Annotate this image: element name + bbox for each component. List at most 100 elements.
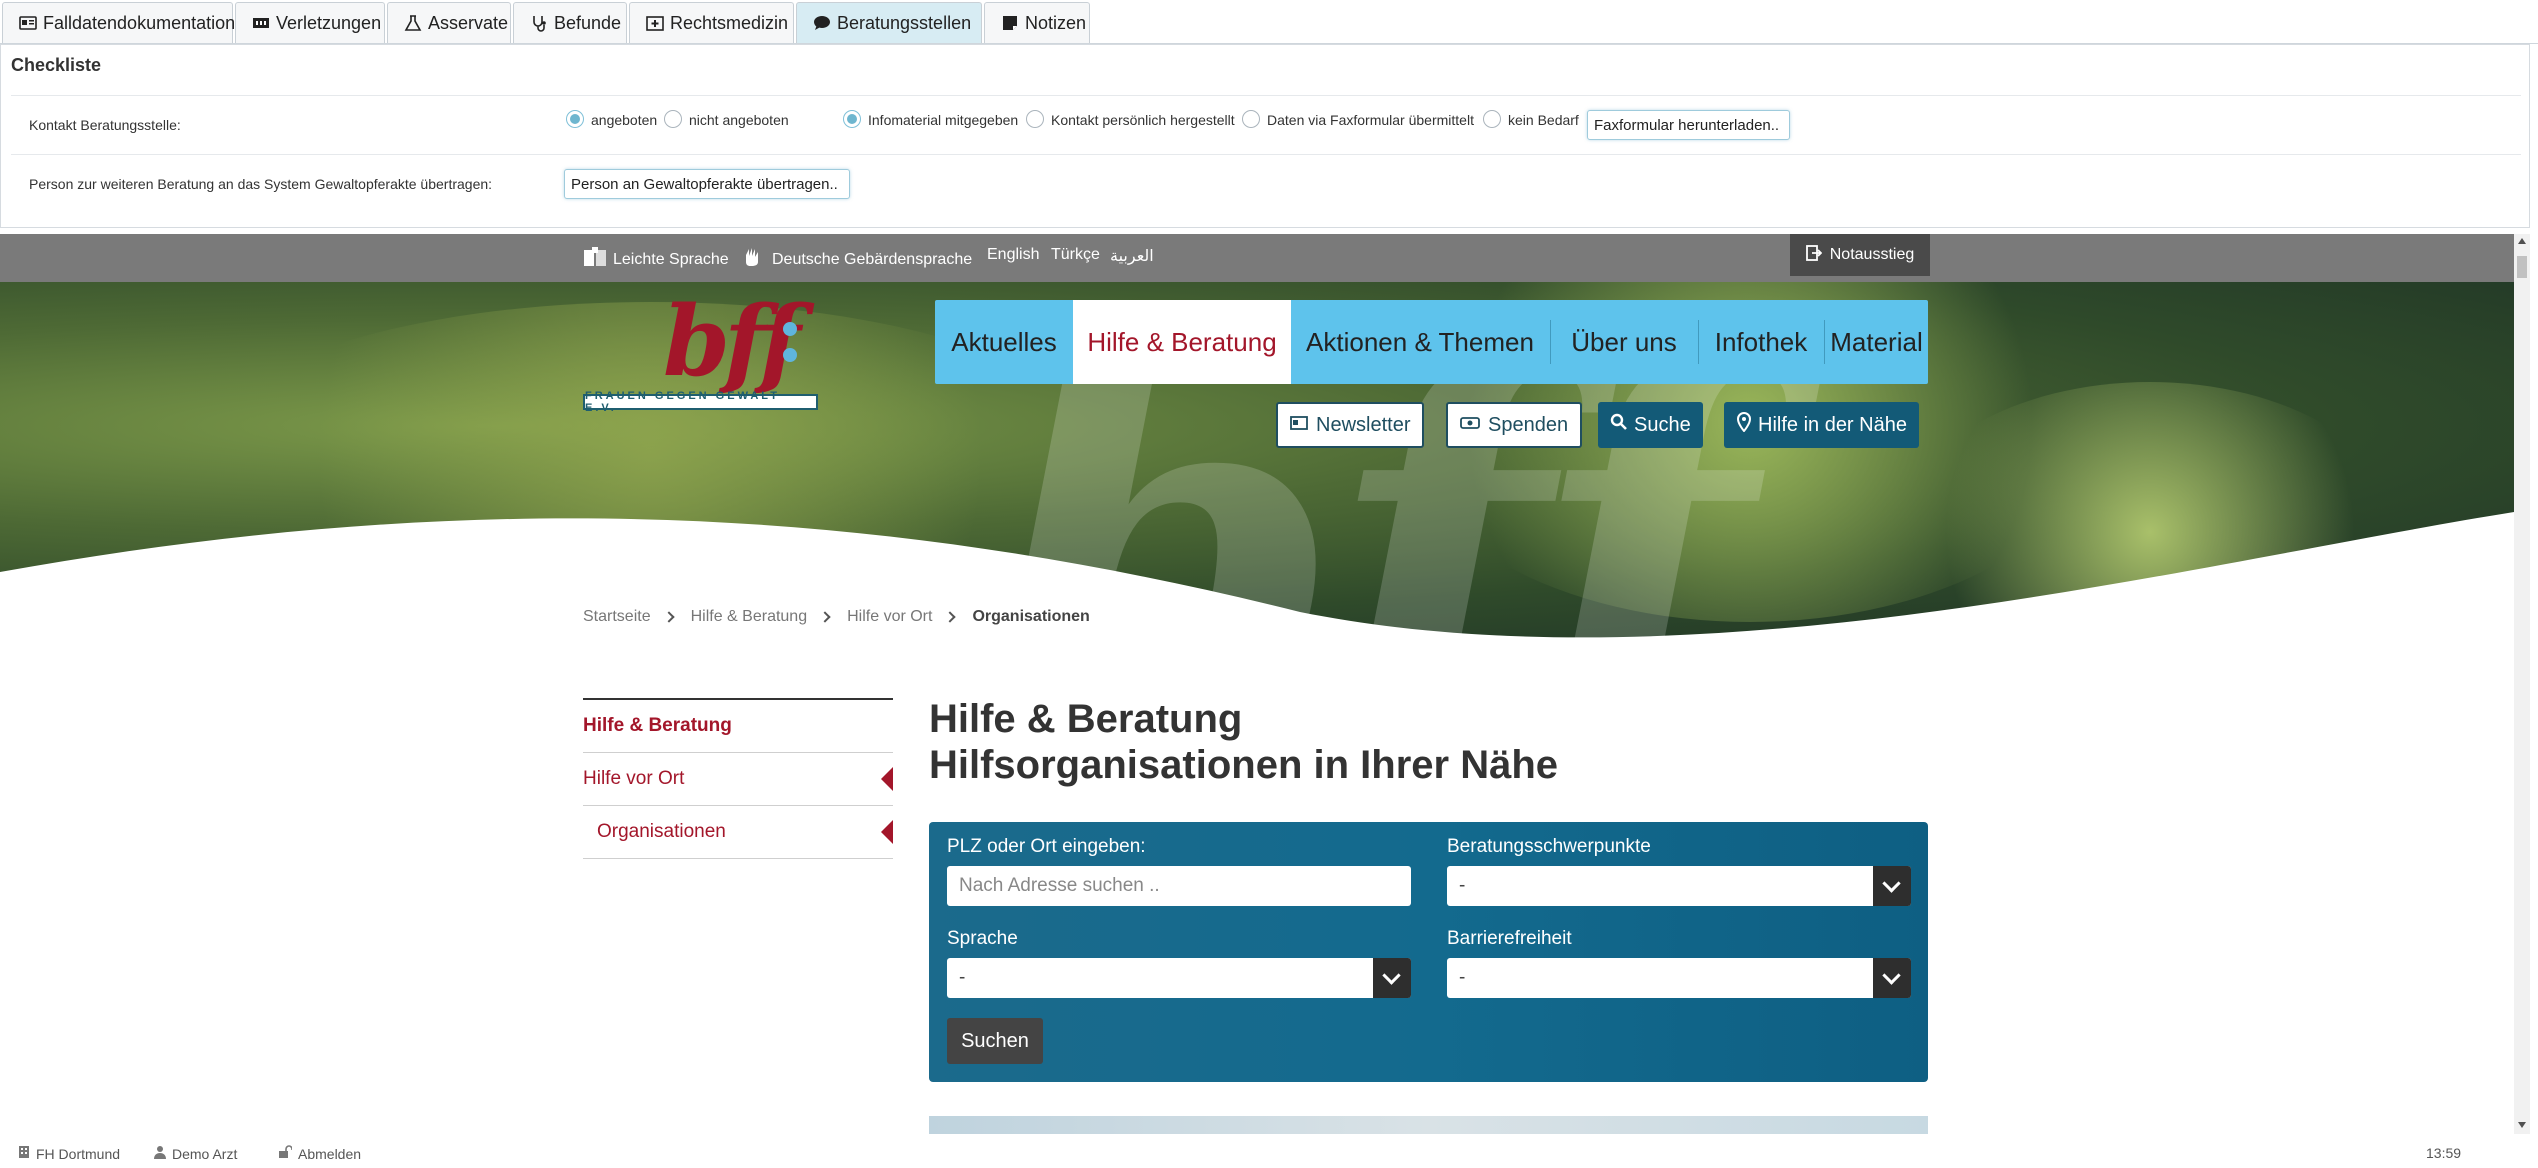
tab-befunde[interactable]: Befunde (513, 2, 627, 43)
radio-kontakt-persoenlich[interactable] (1026, 110, 1044, 128)
page-title-line1: Hilfe & Beratung (929, 697, 1243, 741)
sidenav-label: Organisationen (597, 821, 726, 842)
logo-colon (783, 322, 797, 370)
flask-icon (404, 14, 422, 32)
tab-label: Notizen (1025, 12, 1087, 33)
main-navigation: Aktuelles Hilfe & Beratung Aktionen & Th… (935, 300, 1928, 384)
radio-faxformular-label: Daten via Faxformular übermittelt (1267, 112, 1474, 128)
medical-kit-icon (646, 14, 664, 32)
scroll-up-arrow-icon[interactable] (2518, 238, 2526, 244)
spenden-button[interactable]: Spenden (1446, 402, 1583, 448)
logo-text: bff (663, 285, 801, 398)
status-user-label: Demo Arzt (172, 1145, 238, 1162)
suche-button[interactable]: Suche (1598, 402, 1703, 448)
tab-label: Befunde (554, 12, 622, 33)
hero-wave (0, 512, 2514, 652)
barrierefreiheit-label: Barrierefreiheit (1447, 928, 1572, 949)
divider (11, 95, 2521, 96)
donate-icon (1460, 414, 1480, 437)
schwerpunkte-select[interactable]: - (1447, 866, 1911, 906)
search-icon (1610, 413, 1628, 437)
breadcrumb-startseite[interactable]: Startseite (583, 608, 651, 626)
barrierefreiheit-select[interactable]: - (1447, 958, 1911, 998)
plz-input[interactable]: Nach Adresse suchen .. (947, 866, 1411, 906)
lang-english[interactable]: English (987, 246, 1039, 264)
radio-kontakt-persoenlich-label: Kontakt persönlich hergestellt (1051, 112, 1235, 128)
tab-notizen[interactable]: Notizen (984, 2, 1090, 43)
bff-logo[interactable]: bff FRAUEN GEGEN GEWALT E.V. (583, 294, 818, 414)
sprache-select[interactable]: - (947, 958, 1411, 998)
stethoscope-icon (530, 14, 548, 32)
suche-label: Suche (1634, 413, 1691, 436)
hilfe-in-der-naehe-button[interactable]: Hilfe in der Nähe (1724, 402, 1919, 448)
chevron-right-icon (944, 611, 957, 623)
divider (11, 154, 2521, 155)
tab-beratungsstellen[interactable]: Beratungsstellen (796, 2, 982, 43)
sidenav-label: Hilfe vor Ort (583, 768, 685, 789)
sprache-label: Sprache (947, 928, 1018, 949)
nav-aktuelles[interactable]: Aktuelles (935, 300, 1073, 384)
chat-icon (813, 14, 831, 32)
newsletter-button[interactable]: Newsletter (1276, 402, 1425, 448)
logout-label: Abmelden (298, 1145, 362, 1162)
suchen-button[interactable]: Suchen (947, 1018, 1043, 1064)
tab-falldatendokumentation[interactable]: Falldatendokumentation (2, 2, 235, 43)
lang-arabic[interactable]: العربية (1110, 246, 1154, 266)
sidenav-hilfe-vor-ort[interactable]: Hilfe vor Ort (583, 753, 893, 806)
checklist-title: Checkliste (11, 55, 102, 75)
tab-label: Verletzungen (276, 12, 382, 33)
select-value: - (1459, 875, 1466, 896)
faxformular-download-button[interactable]: Faxformular herunterladen.. (1587, 110, 1790, 140)
lang-gebaerdensprache[interactable]: Deutsche Gebärdensprache (742, 246, 972, 273)
page-title-line2: Hilfsorganisationen in Ihrer Nähe (929, 743, 1559, 787)
status-org-label: FH Dortmund (36, 1145, 121, 1162)
nav-infothek[interactable]: Infothek (1699, 300, 1823, 384)
logout-link[interactable]: Abmelden (278, 1145, 361, 1162)
notausstieg-button[interactable]: Notausstieg (1790, 234, 1930, 276)
breadcrumb-hilfe-beratung[interactable]: Hilfe & Beratung (691, 608, 808, 626)
chevron-down-icon (1873, 958, 1911, 998)
kontakt-beratungsstelle-label: Kontakt Beratungsstelle: (29, 117, 181, 133)
tab-rechtsmedizin[interactable]: Rechtsmedizin (629, 2, 794, 43)
lang-label: Deutsche Gebärdensprache (772, 250, 973, 268)
radio-infomaterial-label: Infomaterial mitgegeben (868, 112, 1019, 128)
scroll-thumb[interactable] (2517, 256, 2527, 278)
select-value: - (1459, 967, 1466, 988)
embedded-website: Leichte Sprache Deutsche Gebärdensprache… (0, 234, 2514, 1134)
checklist-panel: Checkliste Kontakt Beratungsstelle: ange… (0, 44, 2530, 228)
transfer-person-button[interactable]: Person an Gewaltopferakte übertragen.. (564, 169, 850, 199)
tab-verletzungen[interactable]: Verletzungen (235, 2, 385, 43)
id-card-icon (19, 14, 37, 32)
nav-hilfe-beratung[interactable]: Hilfe & Beratung (1073, 300, 1291, 384)
status-user: Demo Arzt (154, 1145, 237, 1162)
radio-infomaterial[interactable] (843, 110, 861, 128)
chevron-right-icon (662, 611, 675, 623)
breadcrumb: Startseite Hilfe & Beratung Hilfe vor Or… (583, 608, 1090, 626)
newsletter-icon (1290, 414, 1308, 437)
site-scrollbar[interactable] (2514, 234, 2530, 1134)
sidenav-hilfe-beratung[interactable]: Hilfe & Beratung (583, 700, 893, 753)
radio-faxformular[interactable] (1242, 110, 1260, 128)
triangle-left-icon (881, 820, 893, 844)
lang-leichte-sprache[interactable]: Leichte Sprache (583, 246, 729, 273)
map-preview[interactable] (929, 1116, 1928, 1134)
tab-label: Beratungsstellen (837, 12, 972, 33)
lang-tuerkce[interactable]: Türkçe (1051, 246, 1100, 264)
radio-kein-bedarf[interactable] (1483, 110, 1501, 128)
chevron-down-icon (1873, 866, 1911, 906)
nav-aktionen-themen[interactable]: Aktionen & Themen (1291, 300, 1549, 384)
location-pin-icon (1736, 411, 1752, 438)
radio-angeboten[interactable] (566, 110, 584, 128)
tab-asservate[interactable]: Asservate (387, 2, 511, 43)
nav-material[interactable]: Material (1825, 300, 1928, 384)
scroll-down-arrow-icon[interactable] (2518, 1122, 2526, 1128)
gewaltopferakte-label: Person zur weiteren Beratung an das Syst… (29, 176, 493, 192)
injury-icon (252, 14, 270, 32)
select-value: - (959, 967, 966, 988)
breadcrumb-hilfe-vor-ort[interactable]: Hilfe vor Ort (847, 608, 932, 626)
sidenav-organisationen[interactable]: Organisationen (583, 806, 893, 859)
radio-nicht-angeboten[interactable] (664, 110, 682, 128)
radio-nicht-angeboten-label: nicht angeboten (689, 112, 789, 128)
nav-ueber-uns[interactable]: Über uns (1551, 300, 1697, 384)
tab-label: Rechtsmedizin (670, 12, 789, 33)
